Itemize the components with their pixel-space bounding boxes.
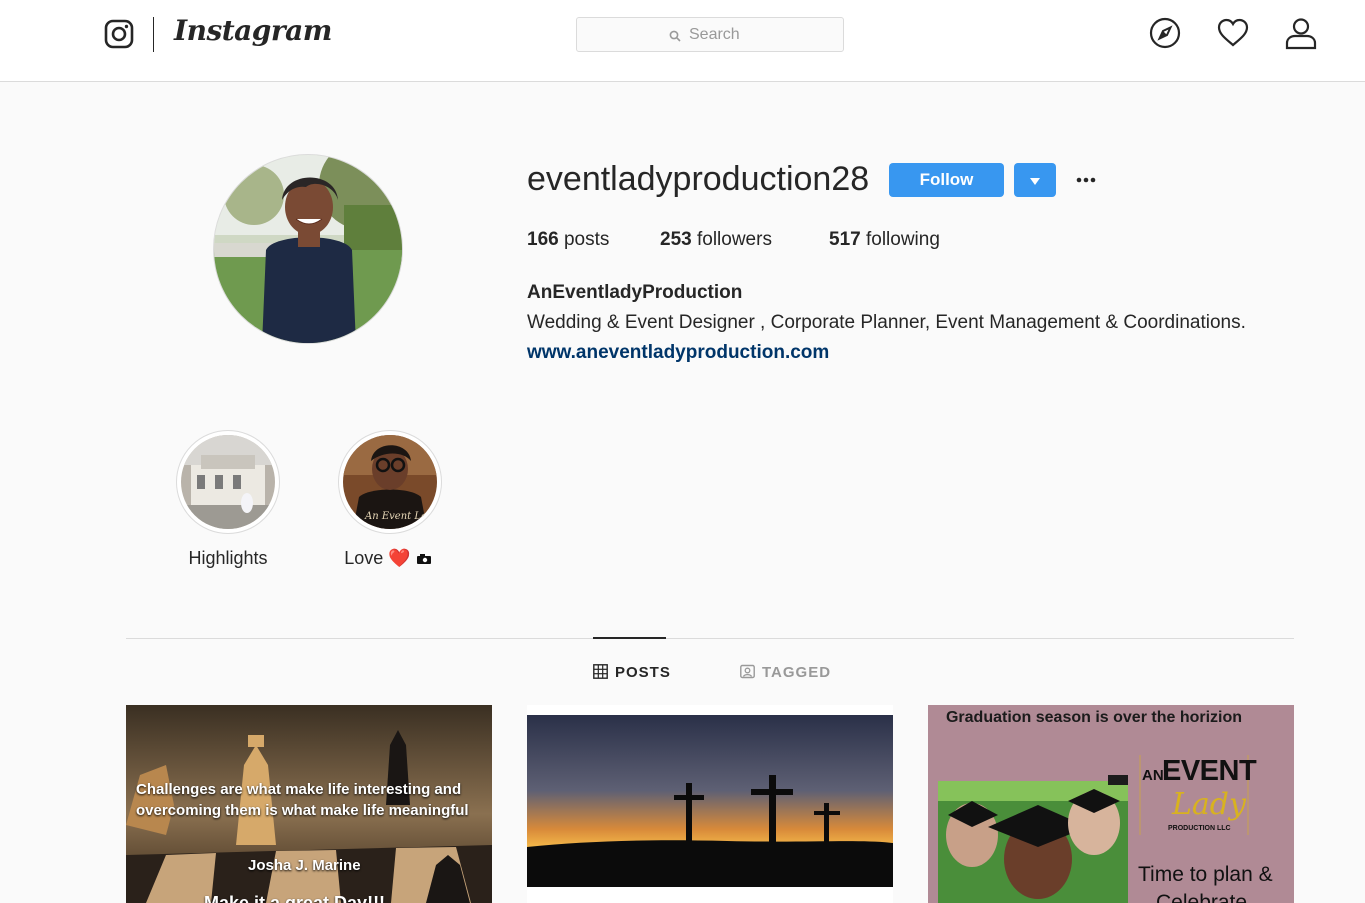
tab-tagged-label: TAGGED — [762, 664, 832, 681]
activity-button[interactable] — [1216, 16, 1250, 50]
highlight-cover: An Event Lady — [343, 435, 437, 529]
explore-button[interactable] — [1148, 16, 1182, 50]
caret-down-icon — [1030, 177, 1040, 185]
highlight-label: Highlights — [188, 548, 268, 568]
post-logo-production: PRODUCTION LLC — [1168, 825, 1231, 832]
posts-stat: 166 posts — [527, 229, 609, 251]
compass-icon — [1149, 17, 1181, 49]
profile-bio: Wedding & Event Designer , Corporate Pla… — [527, 312, 1246, 333]
post-tagline: Time to plan & — [1138, 863, 1273, 886]
tab-posts[interactable]: POSTS — [593, 664, 671, 681]
post-headline: Graduation season is over the horizion — [945, 709, 1243, 726]
post-thumbnail[interactable]: Challenges are what make life interestin… — [126, 705, 492, 903]
tab-tagged[interactable]: TAGGED — [740, 664, 831, 681]
highlight-ring — [176, 430, 280, 534]
post-caption-overlay: Make it a great Day!!! — [204, 893, 386, 903]
follow-button[interactable]: Follow — [889, 163, 1004, 197]
story-highlight[interactable]: An Event Lady Love ❤️ — [337, 430, 443, 569]
story-highlight[interactable]: Highlights — [175, 430, 281, 569]
post-logo-an: AN — [1142, 767, 1164, 784]
post-image — [527, 715, 893, 903]
more-options-button[interactable] — [1072, 170, 1102, 190]
highlight-label: Love ❤️ — [333, 548, 443, 569]
profile-full-name: AnEventladyProduction — [527, 282, 743, 303]
followers-count: 253 — [660, 229, 692, 250]
following-count: 517 — [829, 229, 861, 250]
suggested-accounts-dropdown-button[interactable] — [1014, 163, 1056, 197]
post-logo-lady: Lady — [1172, 787, 1246, 822]
camera-emoji-icon — [416, 554, 431, 564]
post-thumbnail[interactable]: Graduation season is over the horizion A… — [928, 705, 1294, 903]
followers-label: followers — [696, 229, 772, 250]
profile-website-link[interactable]: www.aneventladyproduction.com — [527, 342, 829, 364]
posts-count: 166 — [527, 229, 559, 250]
active-tab-indicator — [593, 637, 666, 639]
post-quote-author: Josha J. Marine — [248, 857, 361, 874]
posts-label: posts — [563, 229, 610, 250]
heart-icon — [1217, 18, 1249, 47]
post-tagline-continued: Celebrate — [1156, 891, 1248, 903]
profile-username: eventladyproduction28 — [527, 160, 870, 198]
following-stat[interactable]: 517 following — [829, 229, 940, 251]
profile-button[interactable] — [1284, 16, 1318, 50]
post-thumbnail[interactable] — [527, 705, 893, 903]
post-quote-text: Challenges are what make life interestin… — [136, 781, 469, 819]
top-navigation-bar: Instagram — [0, 0, 1365, 82]
user-icon — [1285, 18, 1317, 50]
instagram-wordmark[interactable]: Instagram — [174, 14, 332, 47]
post-logo-event: EVENT — [1162, 755, 1257, 787]
search-box[interactable] — [576, 17, 844, 52]
grid-icon — [593, 664, 608, 679]
following-label: following — [865, 229, 940, 250]
tagged-user-icon — [740, 664, 755, 679]
tab-posts-label: POSTS — [615, 664, 671, 681]
svg-text:An Event Lady: An Event Lady — [364, 511, 437, 522]
highlight-cover — [181, 435, 275, 529]
brand-divider — [153, 17, 154, 52]
more-dots-icon — [1076, 177, 1096, 183]
profile-avatar[interactable] — [213, 154, 403, 344]
followers-stat[interactable]: 253 followers — [660, 229, 772, 251]
tabs-divider — [126, 638, 1294, 639]
highlight-ring: An Event Lady — [338, 430, 442, 534]
search-input[interactable] — [577, 18, 843, 51]
highlight-label-text: Love — [344, 548, 384, 568]
red-heart-emoji: ❤️ — [388, 548, 411, 568]
instagram-camera-icon[interactable] — [104, 19, 134, 49]
